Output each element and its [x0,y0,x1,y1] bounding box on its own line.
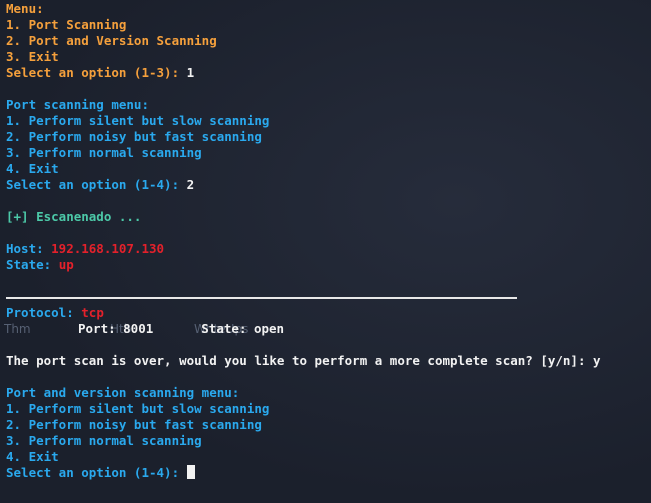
main-menu-title: Menu: [6,1,44,16]
host-ip: 192.168.107.130 [51,241,165,256]
scanning-status: [+] Escanenado ... [6,209,142,224]
complete-scan-prompt: The port scan is over, would you like to… [6,353,593,368]
state-label: State: [6,257,59,272]
main-menu-option: 2. Port and Version Scanning [6,33,217,48]
complete-scan-input: y [593,353,601,368]
port-result-line: Port: 8001 State: open [6,321,647,337]
state-line: State: up [6,257,647,273]
text-cursor[interactable] [186,465,195,479]
version-prompt-line[interactable]: Select an option (1-4): [6,465,647,481]
separator-line [6,297,517,299]
version-menu-option: 2. Perform noisy but fast scanning [6,417,262,432]
main-menu-input: 1 [186,65,195,80]
host-line: Host: 192.168.107.130 [6,241,647,257]
complete-scan-line: The port scan is over, would you like to… [6,353,647,369]
main-menu-prompt: Select an option (1-3): [6,65,187,80]
main-menu-prompt-line: Select an option (1-3): 1 [6,65,647,81]
protocol-value: tcp [81,305,104,320]
port-scan-prompt: Select an option (1-4): [6,177,187,192]
port-scan-prompt-line: Select an option (1-4): 2 [6,177,647,193]
port-scan-input: 2 [186,177,195,192]
state-value: up [58,257,74,272]
main-menu-option: 1. Port Scanning [6,17,127,32]
port-state-label: State: [201,321,254,336]
version-menu-option: 4. Exit [6,449,59,464]
version-prompt: Select an option (1-4): [6,465,187,480]
port-scan-menu-option: 1. Perform silent but slow scanning [6,113,270,128]
version-menu-option: 3. Perform normal scanning [6,433,202,448]
protocol-label: Protocol: [6,305,82,320]
protocol-line: Protocol: tcp [6,305,647,321]
port-number: 8001 [123,321,154,336]
port-scan-menu-title: Port scanning menu: [6,97,149,112]
main-menu-option: 3. Exit [6,49,59,64]
version-menu-option: 1. Perform silent but slow scanning [6,401,270,416]
host-label: Host: [6,241,52,256]
port-scan-menu-option: 4. Exit [6,161,59,176]
version-menu-title: Port and version scanning menu: [6,385,240,400]
port-state: open [253,321,285,336]
terminal-output[interactable]: Menu: 1. Port Scanning 2. Port and Versi… [6,1,647,481]
port-scan-menu-option: 2. Perform noisy but fast scanning [6,129,262,144]
port-label: Port: [78,321,124,336]
port-scan-menu-option: 3. Perform normal scanning [6,145,202,160]
